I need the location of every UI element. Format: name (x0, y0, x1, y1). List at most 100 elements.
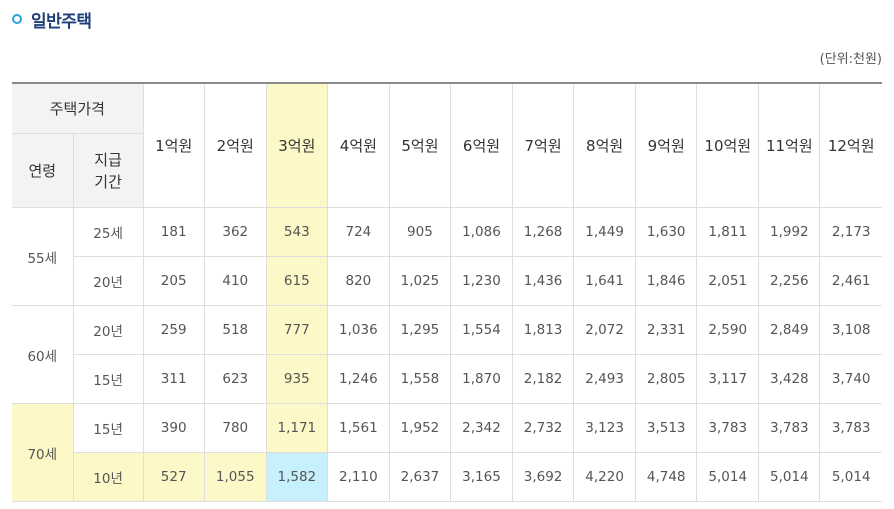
unit-label: (단위:천원) (819, 52, 882, 67)
payment-term-cell: 10년 (73, 452, 144, 502)
pension-value-cell: 1,295 (388, 305, 451, 355)
age-header: 연령 (12, 133, 74, 208)
table-body: 55세 25세 181 362 543 724 905 1,086 1,268 1,449 1,63… (12, 207, 882, 502)
pension-value-cell: 2,493 (573, 354, 637, 404)
pension-value-cell: 518 (203, 305, 267, 355)
pension-value-cell: 935 (265, 354, 328, 404)
pension-value-cell: 1,554 (449, 305, 514, 355)
pension-value-cell: 543 (265, 207, 328, 257)
section-header: 일반주택 (12, 6, 92, 32)
pension-value-cell: 2,849 (758, 305, 821, 355)
pension-value-cell: 2,331 (635, 305, 698, 355)
table-row: 20년 205 410 615 820 1,025 1,230 1,436 1,641 1,846… (12, 256, 882, 306)
house-price-header: 주택가격 (12, 83, 144, 134)
pension-value-cell: 5,014 (819, 452, 882, 502)
price-header: 5억원 (388, 83, 451, 208)
price-header: 9억원 (635, 83, 698, 208)
price-header: 6억원 (449, 83, 514, 208)
pension-value-cell: 1,811 (696, 207, 760, 257)
price-header: 7억원 (512, 83, 575, 208)
age-cell: 60세 (12, 305, 74, 404)
pension-value-cell: 181 (142, 207, 205, 257)
pension-value-cell: 5,014 (758, 452, 821, 502)
pension-value-cell: 615 (265, 256, 328, 306)
pension-value-cell: 1,055 (203, 452, 267, 502)
payment-term-header-line: 기간 (94, 172, 122, 191)
pension-value-cell: 3,740 (819, 354, 882, 404)
age-cell: 70세 (12, 403, 74, 502)
section-title: 일반주택 (31, 11, 92, 32)
payment-term-cell: 15년 (72, 403, 144, 453)
pension-value-cell: 1,582 (265, 452, 328, 502)
pension-value-cell: 3,108 (819, 305, 882, 355)
pension-value-cell: 1,025 (388, 256, 451, 306)
pension-value-cell: 5,014 (696, 452, 760, 502)
pension-value-cell: 2,256 (758, 256, 821, 306)
pension-value-cell: 1,086 (449, 207, 514, 257)
pension-value-cell: 724 (326, 207, 390, 257)
pension-value-cell: 1,246 (326, 354, 390, 404)
pension-value-cell: 1,230 (449, 256, 514, 306)
pension-value-cell: 1,813 (512, 305, 575, 355)
pension-value-cell: 780 (203, 403, 267, 453)
payment-term-header: 지급 기간 (72, 133, 144, 208)
pension-value-cell: 1,449 (573, 207, 637, 257)
table-row: 60세 20년 259 518 777 1,036 1,295 1,554 1,813 2,072… (12, 305, 882, 404)
price-header: 10억원 (696, 83, 760, 208)
pension-value-cell: 1,436 (512, 256, 575, 306)
pension-value-cell: 259 (142, 305, 205, 355)
pension-value-cell: 777 (265, 305, 328, 355)
payment-term-header-line: 지급 (94, 150, 122, 169)
pension-value-cell: 2,732 (512, 403, 575, 453)
pension-value-cell: 2,637 (388, 452, 451, 502)
pension-value-cell: 362 (203, 207, 267, 257)
price-header: 2억원 (203, 83, 267, 208)
pension-value-cell: 3,123 (573, 403, 637, 453)
pension-value-cell: 3,783 (696, 403, 760, 453)
pension-table: 주택가격 1억원 2억원 3억원 4억원 5억원 6억원 7억원 8억원 9억원… (12, 82, 882, 502)
price-header: 12억원 (819, 83, 882, 208)
pension-value-cell: 1,870 (449, 354, 514, 404)
table-header: 주택가격 1억원 2억원 3억원 4억원 5억원 6억원 7억원 8억원 9억원… (12, 83, 882, 208)
table-row: 55세 25세 181 362 543 724 905 1,086 1,268 1,449 1,63… (12, 207, 882, 306)
pension-value-cell: 3,165 (449, 452, 514, 502)
pension-value-cell: 311 (142, 354, 205, 404)
pension-value-cell: 3,117 (696, 354, 760, 404)
pension-value-cell: 1,558 (388, 354, 451, 404)
pension-value-cell: 2,342 (449, 403, 514, 453)
pension-value-cell: 2,590 (696, 305, 760, 355)
price-header-highlighted: 3억원 (265, 83, 328, 208)
pension-value-cell: 4,748 (635, 452, 698, 502)
pension-value-cell: 820 (326, 256, 390, 306)
pension-value-cell: 390 (142, 403, 205, 453)
pension-value-cell: 1,992 (758, 207, 821, 257)
pension-value-cell: 3,783 (758, 403, 821, 453)
table-row: 15년 311 623 935 1,246 1,558 1,870 2,182 2,493 2,8… (12, 354, 882, 404)
pension-value-cell: 1,036 (326, 305, 390, 355)
pension-value-cell: 2,072 (573, 305, 637, 355)
price-header: 4억원 (326, 83, 390, 208)
pension-value-cell: 2,182 (512, 354, 575, 404)
pension-value-cell: 1,641 (573, 256, 637, 306)
pension-value-cell: 205 (142, 256, 205, 306)
pension-value-cell: 1,846 (635, 256, 698, 306)
pension-value-cell: 2,173 (819, 207, 882, 257)
pension-value-cell: 3,513 (635, 403, 698, 453)
pension-value-cell: 4,220 (573, 452, 637, 502)
pension-value-cell: 3,783 (819, 403, 882, 453)
payment-term-cell: 20년 (73, 256, 144, 306)
pension-value-cell: 527 (142, 452, 205, 502)
payment-term-cell: 15년 (73, 354, 144, 404)
pension-value-cell: 1,630 (635, 207, 698, 257)
pension-value-cell: 905 (388, 207, 451, 257)
payment-term-cell: 20년 (72, 305, 144, 355)
pension-value-cell: 2,110 (326, 452, 390, 502)
pension-value-cell: 2,461 (819, 256, 882, 306)
pension-value-cell: 623 (203, 354, 267, 404)
pension-value-cell: 3,692 (512, 452, 575, 502)
payment-term-cell: 25세 (72, 207, 144, 257)
age-cell: 55세 (12, 207, 74, 306)
table-row: 10년 527 1,055 1,582 2,110 2,637 3,165 3,692 4,22… (12, 452, 882, 502)
pension-value-cell: 3,428 (758, 354, 821, 404)
price-header: 8억원 (573, 83, 637, 208)
